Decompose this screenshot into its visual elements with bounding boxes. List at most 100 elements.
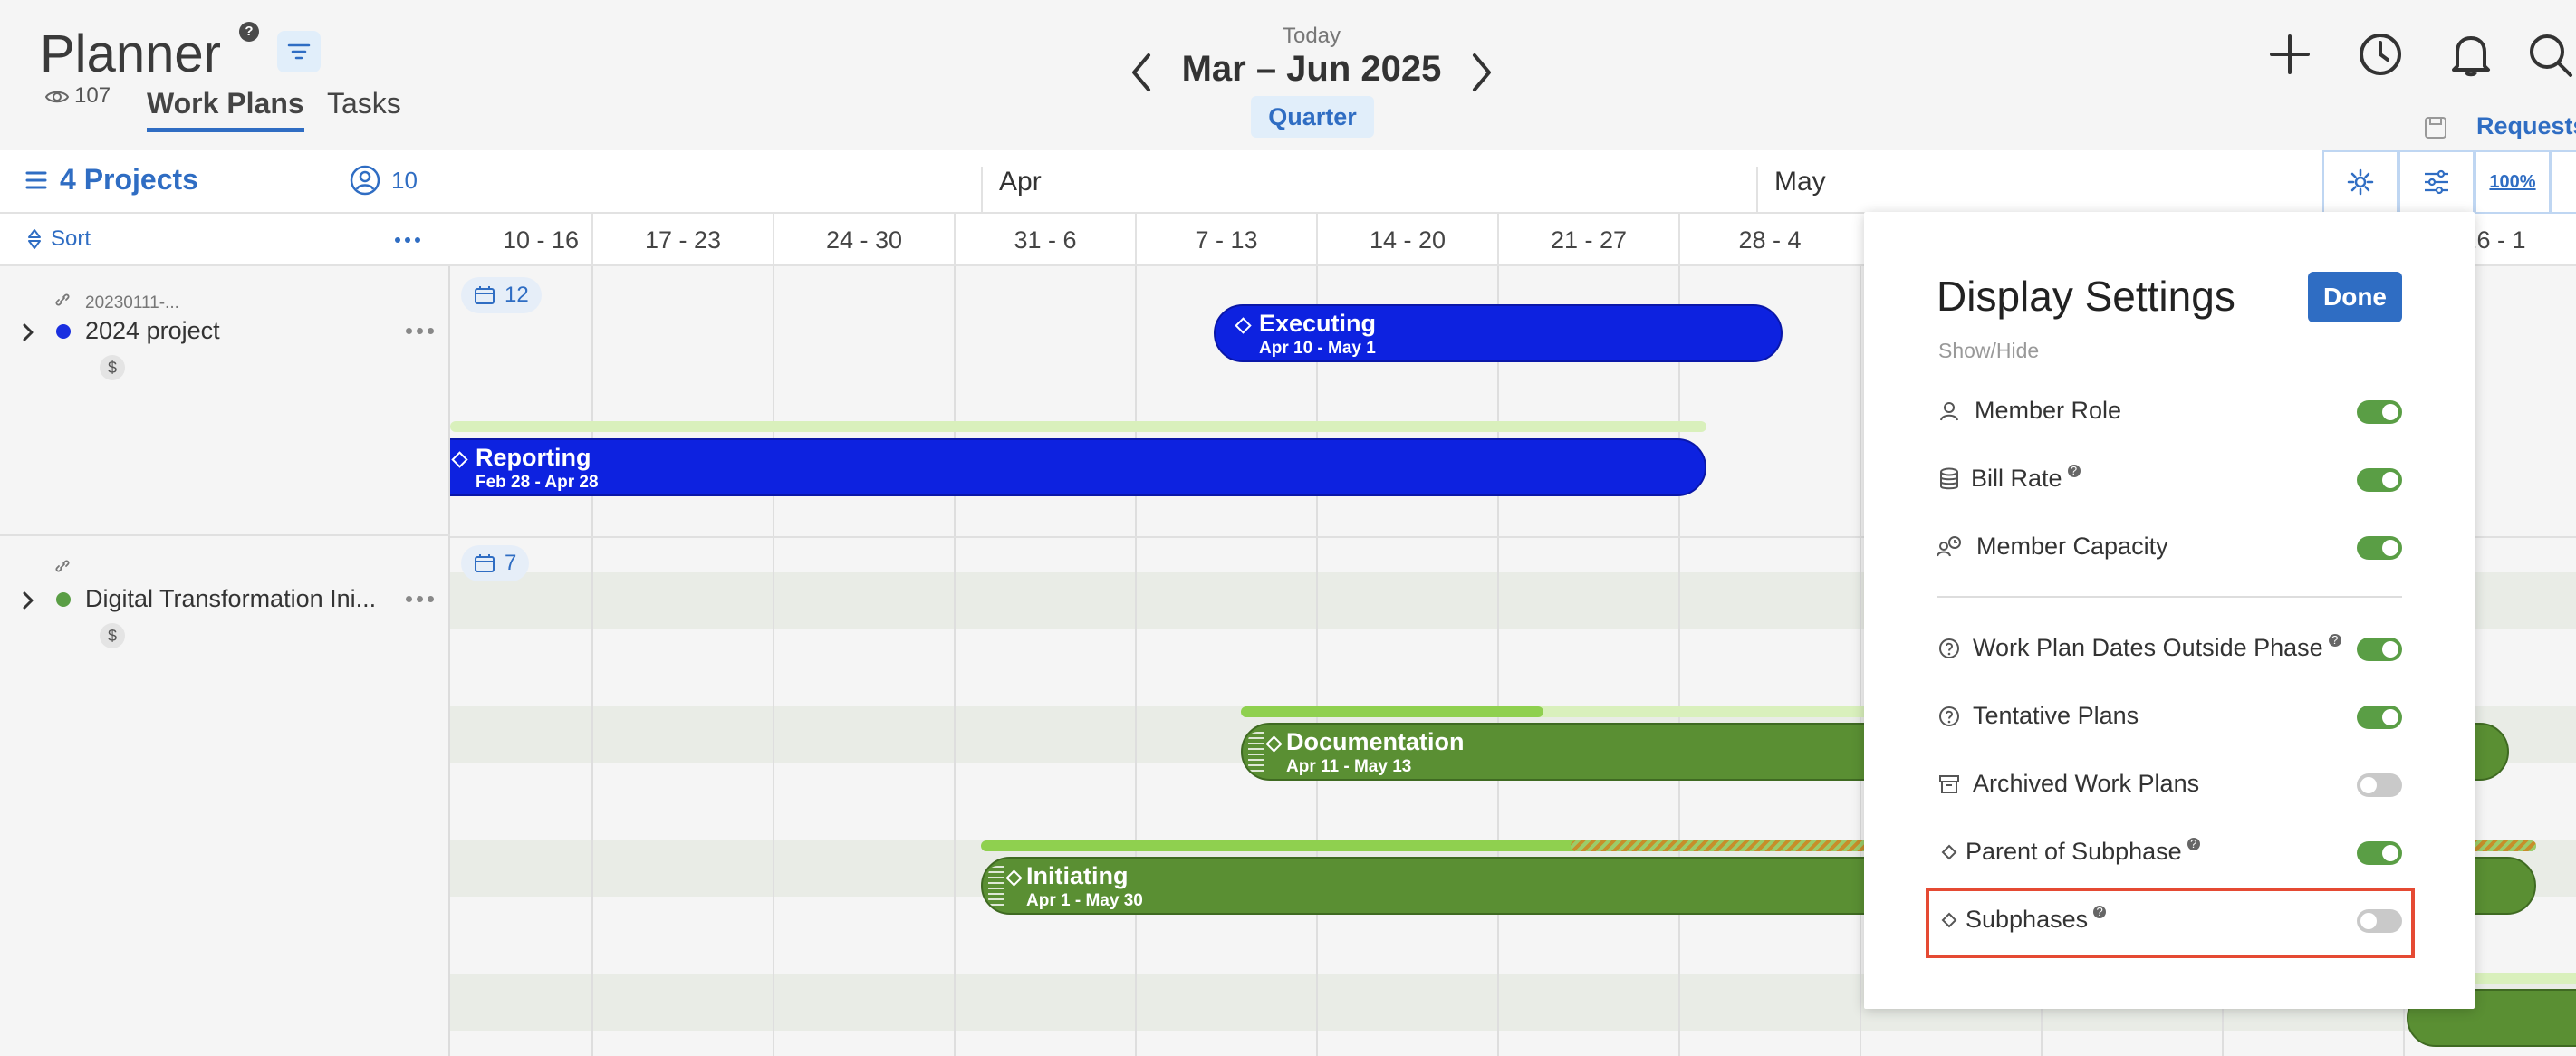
resize-handle[interactable] bbox=[988, 866, 1004, 907]
requests-link[interactable]: Requests bbox=[2476, 112, 2576, 140]
archived-work-plans-toggle[interactable] bbox=[2357, 773, 2402, 797]
bell-icon bbox=[2452, 36, 2490, 77]
filter-settings-button[interactable] bbox=[2398, 150, 2475, 214]
member-capacity-toggle[interactable] bbox=[2357, 536, 2402, 560]
prev-period-button[interactable] bbox=[1123, 47, 1159, 98]
app-title: Planner bbox=[40, 24, 221, 83]
member-role-toggle[interactable] bbox=[2357, 400, 2402, 424]
phase-dates: Apr 10 - May 1 bbox=[1259, 339, 1376, 358]
views-counter: 107 bbox=[45, 83, 111, 109]
dollar-icon: $ bbox=[100, 623, 125, 648]
phase-bar-reporting[interactable]: Reporting Feb 28 - Apr 28 bbox=[450, 438, 1706, 496]
tentative-plans-toggle[interactable] bbox=[2357, 706, 2402, 729]
dollar-icon: $ bbox=[100, 355, 125, 380]
grid-line bbox=[1497, 266, 1499, 1056]
calendar-icon bbox=[475, 554, 495, 572]
resize-handle[interactable] bbox=[1248, 732, 1264, 773]
week-label: 7 - 13 bbox=[1135, 214, 1316, 266]
project-more-icon[interactable] bbox=[406, 328, 434, 334]
help-icon[interactable]: ? bbox=[2328, 634, 2341, 647]
sort-row: Sort bbox=[0, 214, 450, 266]
phase-dates: Feb 28 - Apr 28 bbox=[476, 473, 599, 492]
week-label: 14 - 20 bbox=[1316, 214, 1497, 266]
workplan-count-chip[interactable]: 7 bbox=[461, 545, 530, 581]
setting-member-capacity: Member Capacity bbox=[1937, 527, 2402, 567]
clock-icon bbox=[2360, 34, 2401, 75]
week-label: 24 - 30 bbox=[773, 214, 954, 266]
project-more-icon[interactable] bbox=[406, 596, 434, 602]
grid-line bbox=[1135, 266, 1137, 1056]
plus-icon bbox=[2270, 34, 2310, 74]
next-period-button[interactable] bbox=[1464, 47, 1500, 98]
outside-phase-toggle[interactable] bbox=[2357, 638, 2402, 661]
search-button[interactable] bbox=[2527, 25, 2576, 83]
more-options-icon[interactable] bbox=[395, 237, 420, 243]
parent-of-subphase-toggle[interactable] bbox=[2357, 841, 2402, 865]
period-selector[interactable]: Quarter bbox=[1251, 96, 1374, 138]
grid-line bbox=[1860, 266, 1861, 1056]
expand-chevron-icon[interactable] bbox=[22, 322, 34, 342]
setting-label: Parent of Subphase? bbox=[1966, 838, 2200, 866]
setting-parent-of-subphase: Parent of Subphase? bbox=[1937, 832, 2402, 872]
expand-chevron-icon[interactable] bbox=[22, 590, 34, 610]
sort-button[interactable]: Sort bbox=[27, 226, 91, 252]
help-icon[interactable]: ? bbox=[2187, 838, 2200, 850]
done-button[interactable]: Done bbox=[2308, 272, 2402, 322]
members-button[interactable]: 10 bbox=[350, 165, 418, 196]
sliders-icon bbox=[2425, 169, 2448, 195]
help-icon[interactable]: ? bbox=[2067, 465, 2081, 477]
workplan-count: 7 bbox=[505, 551, 517, 575]
settings-divider bbox=[1937, 596, 2402, 598]
project-row[interactable]: Digital Transformation Ini... $ bbox=[0, 536, 450, 1056]
add-button[interactable] bbox=[2261, 25, 2319, 83]
grid-line bbox=[1678, 266, 1680, 1056]
phase-progress-track bbox=[450, 421, 1706, 432]
projects-menu-button[interactable]: 4 Projects bbox=[25, 163, 198, 197]
project-name[interactable]: Digital Transformation Ini... bbox=[85, 585, 376, 613]
week-label: 31 - 6 bbox=[954, 214, 1135, 266]
time-button[interactable] bbox=[2351, 25, 2409, 83]
tab-work-plans[interactable]: Work Plans bbox=[147, 87, 304, 132]
bill-rate-toggle[interactable] bbox=[2357, 468, 2402, 492]
setting-archived-work-plans: Archived Work Plans bbox=[1937, 764, 2402, 804]
filter-button[interactable] bbox=[277, 31, 321, 72]
chevron-left-icon bbox=[1132, 53, 1150, 91]
diamond-icon bbox=[1265, 735, 1283, 753]
today-button[interactable]: Today bbox=[1279, 24, 1344, 49]
filter-icon bbox=[287, 43, 311, 60]
phase-dates: Apr 11 - May 13 bbox=[1286, 757, 1412, 776]
settings-title: Display Settings bbox=[1937, 273, 2235, 320]
setting-label-text: Bill Rate bbox=[1971, 465, 2062, 492]
project-code: 20230111-... bbox=[85, 293, 179, 312]
phase-dates: Apr 1 - May 30 bbox=[1026, 891, 1143, 910]
user-circle-icon bbox=[350, 165, 380, 196]
setting-bill-rate: Bill Rate? bbox=[1937, 459, 2402, 499]
setting-label: Member Role bbox=[1975, 397, 2122, 424]
project-list-panel: 4 Projects 10 Sort 20230111-... 2024 pro… bbox=[0, 150, 450, 1056]
tab-tasks[interactable]: Tasks bbox=[327, 87, 401, 128]
setting-label: Work Plan Dates Outside Phase? bbox=[1973, 634, 2341, 662]
phase-name: Documentation bbox=[1286, 728, 1465, 755]
zoom-button[interactable]: 100% bbox=[2475, 150, 2551, 214]
project-name[interactable]: 2024 project bbox=[85, 317, 220, 345]
views-count: 107 bbox=[74, 83, 111, 108]
notifications-button[interactable] bbox=[2442, 25, 2500, 83]
phase-bar-executing[interactable]: Executing Apr 10 - May 1 bbox=[1214, 304, 1783, 362]
month-header: Apr May 100% bbox=[450, 150, 2576, 230]
setting-label: Archived Work Plans bbox=[1973, 770, 2200, 797]
project-color-dot bbox=[56, 324, 71, 339]
project-row[interactable]: 20230111-... 2024 project $ bbox=[0, 266, 450, 536]
help-icon[interactable]: ? bbox=[239, 22, 259, 42]
workplan-count-chip[interactable]: 12 bbox=[461, 277, 542, 313]
save-icon[interactable] bbox=[2424, 116, 2447, 139]
settings-button[interactable] bbox=[2322, 150, 2398, 214]
week-label: 17 - 23 bbox=[591, 214, 773, 266]
setting-tentative-plans: Tentative Plans bbox=[1937, 696, 2402, 736]
link-icon bbox=[55, 293, 70, 306]
person-icon bbox=[1937, 398, 1962, 424]
diamond-icon bbox=[451, 451, 468, 468]
sort-icon bbox=[28, 229, 41, 249]
setting-work-plan-dates-outside-phase: Work Plan Dates Outside Phase? bbox=[1937, 629, 2402, 668]
setting-label-text: Work Plan Dates Outside Phase bbox=[1973, 634, 2323, 661]
setting-member-role: Member Role bbox=[1937, 391, 2402, 431]
